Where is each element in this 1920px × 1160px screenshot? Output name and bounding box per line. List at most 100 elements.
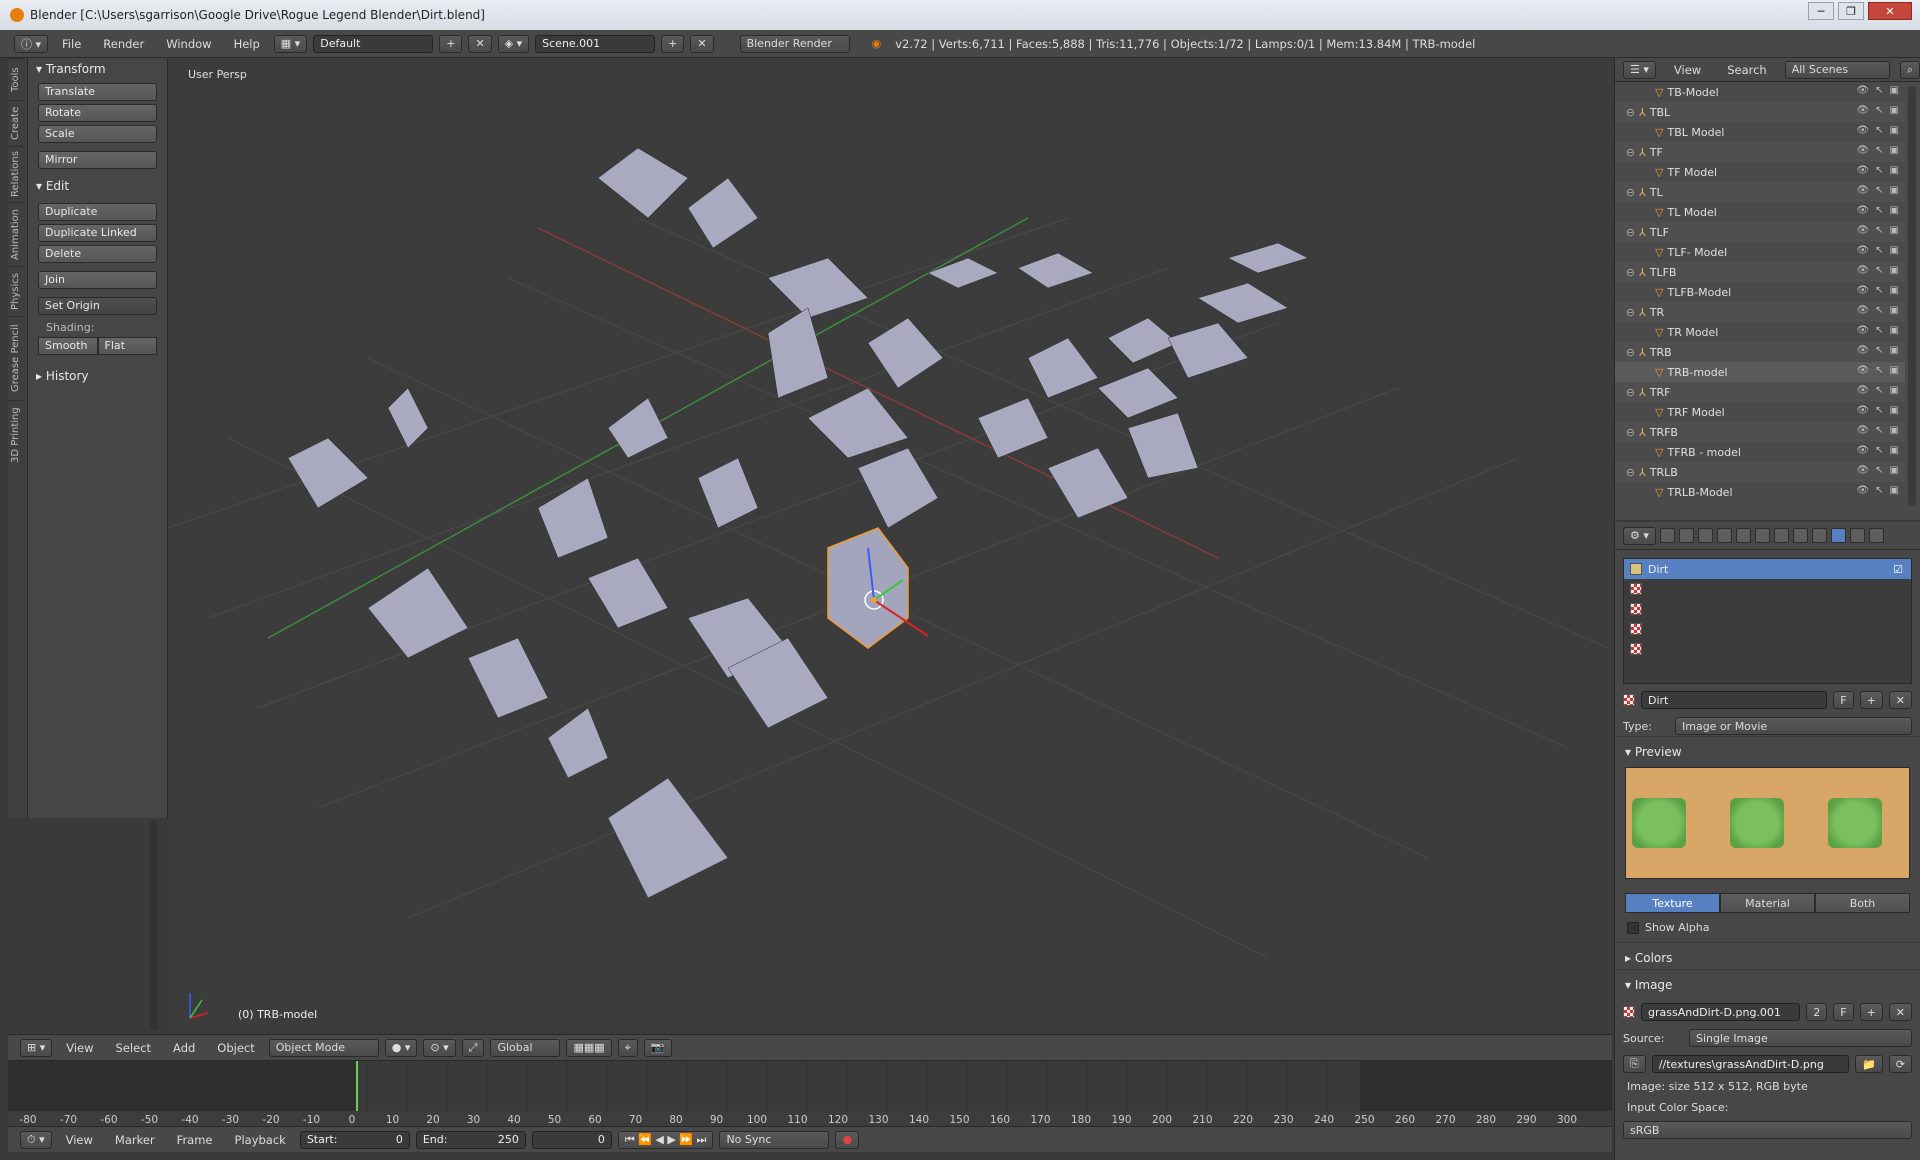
visibility-eye-icon[interactable]: 👁 [1856,245,1869,256]
scale-button[interactable]: Scale [38,125,157,143]
edit-panel-header[interactable]: ▾ Edit [28,175,167,197]
render-camera-icon[interactable]: ▣ [1890,85,1899,96]
translate-button[interactable]: Translate [38,83,157,101]
mode-select[interactable]: Object Mode [268,1038,379,1057]
image-users-count[interactable]: 2 [1806,1003,1828,1021]
menu-add[interactable]: Add [165,1041,203,1055]
tab-relations[interactable]: Relations [8,146,23,202]
mirror-button[interactable]: Mirror [38,151,157,169]
outliner-row[interactable]: ⊖ ⅄ TL 👁 ↖ ▣ [1615,182,1905,202]
outliner-row[interactable]: ▽ TB-Model 👁 ↖ ▣ [1615,82,1905,102]
visibility-eye-icon[interactable]: 👁 [1856,285,1869,296]
playback-controls[interactable]: ⏮ ⏪ ◀ ▶ ⏩ ⏭ [617,1130,714,1149]
material-tab-icon[interactable] [1811,528,1827,543]
image-section-header[interactable]: ▾ Image [1615,969,1920,996]
outliner-row[interactable]: ▽ TRLB-Model 👁 ↖ ▣ [1615,482,1905,502]
texture-slot-empty[interactable] [1624,579,1911,599]
outliner-row[interactable]: ▽ TLF- Model 👁 ↖ ▣ [1615,242,1905,262]
layout-add-button[interactable]: + [439,34,463,53]
selectable-arrow-icon[interactable]: ↖ [1875,145,1883,156]
object-tab-icon[interactable] [1735,528,1751,543]
tab-grease-pencil[interactable]: Grease Pencil [8,316,23,400]
tool-panel-scrollbar[interactable] [150,820,158,1030]
selectable-arrow-icon[interactable]: ↖ [1875,105,1883,116]
pivot-icon[interactable]: ⊙ ▾ [423,1038,456,1057]
tab-3d-printing[interactable]: 3D Printing [8,400,23,470]
selectable-arrow-icon[interactable]: ↖ [1875,125,1883,136]
texture-fake-user-button[interactable]: F [1833,691,1854,709]
selectable-arrow-icon[interactable]: ↖ [1875,305,1883,316]
texture-slot-check-icon[interactable]: ☑ [1893,563,1903,576]
menu-frame[interactable]: Frame [169,1133,221,1147]
pack-icon[interactable]: ⎘ [1623,1055,1646,1073]
visibility-eye-icon[interactable]: 👁 [1856,165,1869,176]
visibility-eye-icon[interactable]: 👁 [1856,465,1869,476]
frame-cursor[interactable] [356,1061,358,1111]
end-frame-field[interactable]: End: 250 [415,1130,526,1149]
show-alpha-box[interactable] [1627,921,1639,934]
expand-icon[interactable]: ⊖ [1615,226,1635,239]
menu-playback[interactable]: Playback [227,1133,294,1147]
selectable-arrow-icon[interactable]: ↖ [1875,405,1883,416]
browse-file-icon[interactable]: 📁 [1855,1055,1883,1073]
visibility-eye-icon[interactable]: 👁 [1856,265,1869,276]
render-camera-icon[interactable]: ▣ [1890,285,1899,296]
texture-type-select[interactable]: Image or Movie [1675,717,1912,735]
menu-window[interactable]: Window [158,37,219,51]
properties-editor-icon[interactable]: ⚙ ▾ [1623,526,1656,545]
timeline[interactable]: -80 -70 -60 -50 -40 -30 -20 -10 0 10 20 30 40 50 60 70 8… [8,1060,1612,1136]
duplicate-linked-button[interactable]: Duplicate Linked [38,224,157,242]
outliner-row[interactable]: ▽ TLFB-Model 👁 ↖ ▣ [1615,282,1905,302]
orientation-select[interactable]: Global [490,1038,561,1057]
snap-icon[interactable]: ⌖ [617,1038,638,1057]
outliner-row[interactable]: ⊖ ⅄ TRF 👁 ↖ ▣ [1615,382,1905,402]
menu-timeline-view[interactable]: View [58,1133,101,1147]
menu-render[interactable]: Render [95,37,152,51]
render-camera-icon[interactable]: ▣ [1890,105,1899,116]
render-tab-icon[interactable] [1659,528,1675,543]
display-mode-select[interactable]: All Scenes [1784,60,1890,79]
selectable-arrow-icon[interactable]: ↖ [1875,265,1883,276]
outliner-editor-icon[interactable]: ☰ ▾ [1623,60,1656,79]
outliner-row[interactable]: ▽ TBL Model 👁 ↖ ▣ [1615,122,1905,142]
render-camera-icon[interactable]: ▣ [1890,125,1899,136]
render-camera-icon[interactable]: ▣ [1890,485,1899,496]
colors-section-header[interactable]: ▸ Colors [1615,942,1920,969]
preview-texture-button[interactable]: Texture [1625,893,1720,913]
render-camera-icon[interactable]: ▣ [1890,385,1899,396]
minimize-button[interactable]: ─ [1808,2,1834,20]
particles-tab-icon[interactable] [1849,528,1865,543]
outliner-search-icon[interactable]: ⌕ [1899,60,1920,79]
world-tab-icon[interactable] [1716,528,1732,543]
color-space-select[interactable]: sRGB [1623,1121,1912,1139]
expand-icon[interactable]: ⊖ [1615,386,1635,399]
outliner-row[interactable]: ⊖ ⅄ TLF 👁 ↖ ▣ [1615,222,1905,242]
selectable-arrow-icon[interactable]: ↖ [1875,225,1883,236]
expand-icon[interactable]: ⊖ [1615,186,1635,199]
expand-icon[interactable]: ⊖ [1615,346,1635,359]
texture-slot-dirt[interactable]: Dirt ☑ [1624,559,1911,579]
current-frame-field[interactable]: 0 [531,1130,612,1149]
visibility-eye-icon[interactable]: 👁 [1856,485,1869,496]
delete-button[interactable]: Delete [38,245,157,263]
outliner-row[interactable]: ▽ TRB-model 👁 ↖ ▣ [1615,362,1905,382]
image-unlink-button[interactable]: ✕ [1888,1003,1912,1021]
expand-icon[interactable]: ⊖ [1615,266,1635,279]
layers-icon[interactable]: ▦▦▦ [566,1038,612,1057]
menu-object[interactable]: Object [209,1041,262,1055]
outliner-row[interactable]: ▽ TR Model 👁 ↖ ▣ [1615,322,1905,342]
selectable-arrow-icon[interactable]: ↖ [1875,465,1883,476]
render-camera-icon[interactable]: ▣ [1890,145,1899,156]
render-camera-icon[interactable]: ▣ [1890,225,1899,236]
texture-name-field[interactable]: Dirt [1641,691,1828,709]
preview-section-header[interactable]: ▾ Preview [1615,736,1920,763]
selectable-arrow-icon[interactable]: ↖ [1875,445,1883,456]
menu-file[interactable]: File [54,37,89,51]
tab-tools[interactable]: Tools [8,58,23,100]
selectable-arrow-icon[interactable]: ↖ [1875,285,1883,296]
editor-type-icon[interactable]: ⊞ ▾ [20,1038,53,1057]
outliner-row[interactable]: ⊖ ⅄ TRLB 👁 ↖ ▣ [1615,462,1905,482]
outliner-row[interactable]: ⊖ ⅄ TRFB 👁 ↖ ▣ [1615,422,1905,442]
outliner-row[interactable]: ▽ TF Model 👁 ↖ ▣ [1615,162,1905,182]
outliner-row[interactable]: ⊖ ⅄ TBL 👁 ↖ ▣ [1615,102,1905,122]
